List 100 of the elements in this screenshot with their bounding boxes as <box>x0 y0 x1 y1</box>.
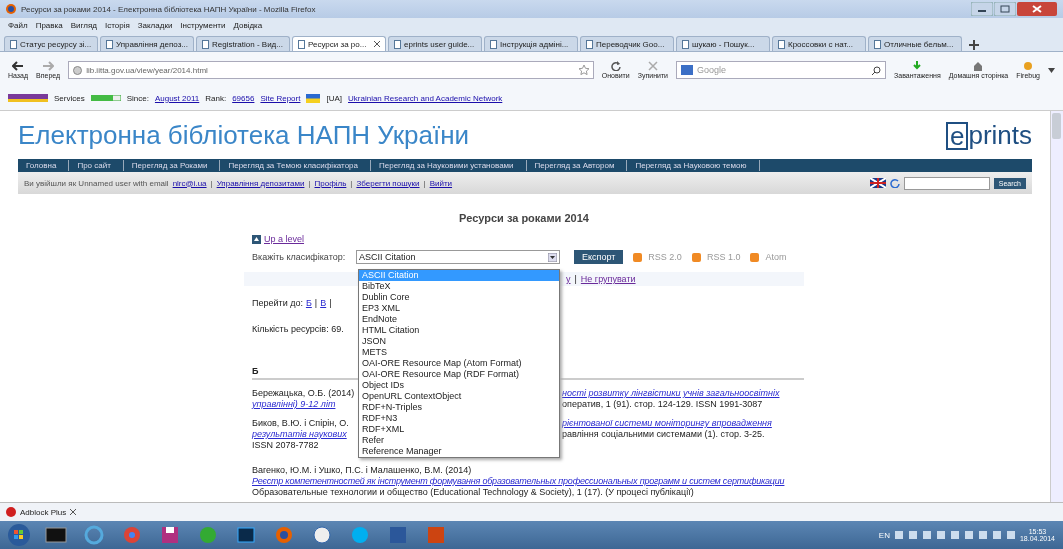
separator-text: | <box>308 178 311 188</box>
dropdown-option[interactable]: Reference Manager <box>359 446 559 457</box>
letter-link[interactable]: Б <box>305 298 312 308</box>
account-link[interactable]: Профіль <box>314 178 347 188</box>
refresh-icon[interactable] <box>889 178 900 188</box>
group-link[interactable]: Не групувати <box>580 274 636 284</box>
start-button-icon[interactable] <box>8 524 30 546</box>
scrollbar-thumb[interactable] <box>1051 111 1061 141</box>
dropdown-option[interactable]: METS <box>359 347 559 358</box>
menu-item[interactable]: Історія <box>104 21 130 30</box>
dropdown-option[interactable]: EndNote <box>359 314 559 325</box>
login-text: Ви увійшли як Unnamed user with email <box>24 178 169 188</box>
caret-icon[interactable] <box>548 252 557 262</box>
email-link[interactable]: nlrc@i.ua <box>172 178 207 188</box>
menu-item[interactable]: Правка <box>35 21 63 30</box>
eprints-logo[interactable]: e prints <box>945 120 1032 151</box>
address-bar[interactable]: lib.iitta.gov.ua/view/year/2014.html <box>68 61 594 79</box>
browser-tab[interactable]: Кроссовки с нат... <box>772 36 866 51</box>
dropdown-option[interactable]: RDF+XML <box>359 424 559 435</box>
nav-link[interactable]: Головна <box>20 160 70 171</box>
feed-icon[interactable] <box>691 252 701 262</box>
dropdown-option[interactable]: RDF+N3 <box>359 413 559 424</box>
close-icon[interactable] <box>1017 2 1057 16</box>
dropdown-option[interactable]: Object IDs <box>359 380 559 391</box>
forward-arrow-icon[interactable] <box>42 61 55 71</box>
new-tab-icon[interactable] <box>968 39 980 51</box>
language-indicator[interactable]: EN <box>878 530 890 540</box>
minimize-icon[interactable] <box>971 2 993 16</box>
account-link[interactable]: Управління депозитами <box>216 178 305 188</box>
since-link[interactable]: August 2011 <box>154 93 200 103</box>
format-select[interactable]: ASCII Citation <box>356 250 560 264</box>
export-button[interactable]: Експорт <box>574 250 624 264</box>
search-icon[interactable] <box>872 65 882 75</box>
up-level-link[interactable]: Up a level <box>264 234 305 244</box>
menu-item[interactable]: Закладки <box>137 21 173 30</box>
network-link[interactable]: Ukrainian Research and Academic Network <box>348 93 503 103</box>
menu-item[interactable]: Файл <box>8 21 28 30</box>
adblock-label[interactable]: Adblock Plus <box>20 507 67 517</box>
reload-icon[interactable] <box>610 61 621 71</box>
dropdown-option[interactable]: OAI-ORE Resource Map (Atom Format) <box>359 358 559 369</box>
caret-icon[interactable] <box>1048 67 1055 73</box>
tray-icons-drawing[interactable] <box>894 530 1015 540</box>
nav-link[interactable]: Перегляд за Автором <box>528 160 628 171</box>
account-link[interactable]: Зберегти пошуки <box>356 178 420 188</box>
dropdown-option[interactable]: Refer <box>359 435 559 446</box>
site-report-link[interactable]: Site Report <box>260 93 301 103</box>
dropdown-option[interactable]: OpenURL ContextObject <box>359 391 559 402</box>
menu-item[interactable]: Довідка <box>233 21 263 30</box>
stop-icon[interactable] <box>647 61 658 71</box>
services-menu[interactable]: Services <box>54 93 85 103</box>
nav-link[interactable]: Перегляд за Роками <box>125 160 221 171</box>
dropdown-option[interactable]: RDF+N-Triples <box>359 402 559 413</box>
dropdown-option[interactable]: HTML Citation <box>359 325 559 336</box>
browser-tab[interactable]: Інструкція адміні... <box>484 36 578 51</box>
feed-icon[interactable] <box>750 252 760 262</box>
back-arrow-icon[interactable] <box>12 61 25 71</box>
menu-item[interactable]: Інструменти <box>180 21 226 30</box>
separator-text: | <box>423 178 426 188</box>
browser-tab[interactable]: шукаю - Пошук... <box>676 36 770 51</box>
nav-link[interactable]: Перегляд за Науковими установами <box>373 160 527 171</box>
terminal-icon[interactable] <box>44 524 68 546</box>
browser-tab[interactable]: eprints user guide... <box>388 36 482 51</box>
page-icon <box>106 39 113 49</box>
letter-link[interactable]: В <box>320 298 327 308</box>
feed-icon[interactable] <box>633 252 643 262</box>
star-icon[interactable] <box>578 65 589 75</box>
search-field[interactable] <box>903 176 990 190</box>
citation-link[interactable]: управлінні) 9-12 літ <box>252 399 336 409</box>
close-icon[interactable] <box>70 509 77 515</box>
browser-tab[interactable]: Переводчик Goo... <box>580 36 674 51</box>
dropdown-option[interactable]: Dublin Core <box>359 292 559 303</box>
browser-tab[interactable]: Registration - Вид... <box>196 36 290 51</box>
home-icon[interactable] <box>973 61 984 71</box>
rank-link[interactable]: 69656 <box>232 93 255 103</box>
page-icon <box>202 39 209 49</box>
citation-link[interactable]: ності розвитку лінгвістики учнів загальноосвітніх <box>562 388 780 398</box>
dropdown-option[interactable]: EP3 XML <box>359 303 559 314</box>
nav-link[interactable]: Перегляд за Науковою темою <box>629 160 760 171</box>
dropdown-option[interactable]: BibTeX <box>359 281 559 292</box>
citation-link[interactable]: Реєстр компетентностей як інструмент формування образовательных профессиональных программ и систем сертификации <box>252 476 785 486</box>
account-link[interactable]: Вийти <box>429 178 453 188</box>
dropdown-option[interactable]: JSON <box>359 336 559 347</box>
dropdown-option[interactable]: OAI-ORE Resource Map (RDF Format) <box>359 369 559 380</box>
up-arrow-icon[interactable] <box>252 234 261 244</box>
download-arrow-icon[interactable] <box>912 61 923 71</box>
browser-tab[interactable]: Ресурси за ро... <box>292 36 386 51</box>
citation-link[interactable]: результатів наукових <box>252 429 347 439</box>
page-icon <box>298 39 305 49</box>
browser-tab[interactable]: Управління депоз... <box>100 36 194 51</box>
menu-item[interactable]: Вигляд <box>70 21 97 30</box>
nav-link[interactable]: Про сайт <box>71 160 124 171</box>
citation-link[interactable]: рієнтованої системи моніторингу впровадження <box>562 418 772 428</box>
group-link[interactable]: у <box>566 274 571 284</box>
close-icon[interactable] <box>374 41 380 47</box>
browser-tab[interactable]: Статус ресурсу зі... <box>4 36 98 51</box>
stop-sign-icon[interactable] <box>6 507 16 517</box>
citation-text: ISSN 2078-7782 <box>252 440 319 450</box>
rainbow-logo-icon <box>8 94 48 102</box>
nav-link[interactable]: Перегляд за Темою класифікатора <box>222 160 371 171</box>
browser-tab[interactable]: Отличные бельм... <box>868 36 962 51</box>
